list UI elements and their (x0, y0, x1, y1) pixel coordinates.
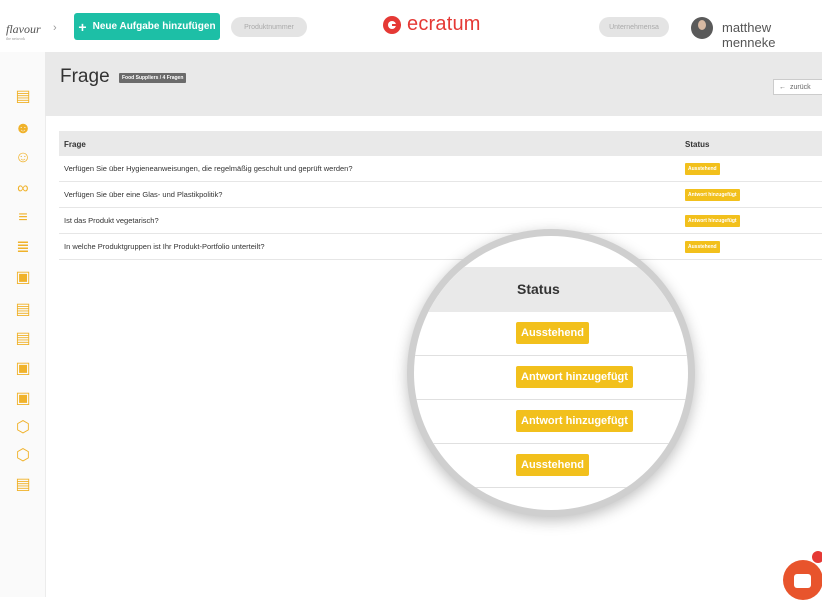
users-icon[interactable]: ∞ (15, 180, 31, 198)
magnifier-lens: Status Ausstehend Antwort hinzugefügt An… (414, 236, 688, 510)
user-search-icon[interactable]: ☺ (15, 149, 31, 167)
add-task-button[interactable]: + Neue Aufgabe hinzufügen (74, 13, 220, 40)
box-star-icon[interactable]: ▣ (15, 389, 31, 407)
back-label: zurück (790, 83, 811, 91)
status-badge: Ausstehend (685, 241, 720, 253)
magnifier-row: Antwort hinzugefügt (414, 356, 688, 400)
brand-name: ecratum (407, 13, 481, 35)
chat-bubble-icon (794, 574, 811, 588)
magnifier-status-badge: Antwort hinzugefügt (516, 366, 633, 388)
avatar[interactable] (691, 17, 713, 39)
list-icon[interactable]: ≡ (15, 209, 31, 227)
document-icon[interactable]: ▤ (15, 300, 31, 318)
brand-logo[interactable]: ecratum (383, 13, 481, 36)
question-text: Ist das Produkt vegetarisch? (64, 216, 159, 225)
back-button[interactable]: ← zurück (773, 79, 822, 95)
column-header-status[interactable]: Status (685, 140, 709, 149)
table-header: Frage Status (59, 131, 822, 156)
magnifier-status-header: Status (517, 281, 560, 297)
status-badge: Antwort hinzugefügt (685, 215, 740, 227)
add-task-label: Neue Aufgabe hinzufügen (92, 21, 216, 32)
magnifier-row: Antwort hinzugefügt (414, 400, 688, 444)
questions-table: Frage Status Verfügen Sie über Hygienean… (59, 131, 822, 260)
flavour-logo[interactable]: flavour the network (6, 23, 41, 52)
magnifier-status-badge: Ausstehend (516, 454, 589, 476)
tree-list-icon[interactable]: ≣ (15, 238, 31, 256)
magnifier-status-badge: Ausstehend (516, 322, 589, 344)
settings-alt-icon[interactable]: ⬡ (15, 446, 31, 464)
arrow-left-icon: ← (779, 83, 786, 91)
monitor-icon[interactable]: ▤ (15, 87, 31, 105)
plus-icon: + (78, 18, 87, 35)
table-row[interactable]: Ist das Produkt vegetarisch? Antwort hin… (59, 208, 822, 234)
notification-dot (812, 551, 822, 563)
product-number-input[interactable]: Produktnummer (231, 17, 307, 37)
table-row[interactable]: Verfügen Sie über eine Glas- und Plastik… (59, 182, 822, 208)
username[interactable]: matthew menneke (722, 20, 822, 50)
breadcrumb[interactable]: Food Suppliers / 4 Fragen (119, 73, 187, 83)
question-text: Verfügen Sie über eine Glas- und Plastik… (64, 190, 223, 199)
ecratum-logo-icon (383, 15, 401, 34)
sidebar: ▤ ☻ ☺ ∞ ≡ ≣ ▣ ▤ ▤ ▣ ▣ ⬡ ⬡ ▤ (0, 52, 46, 597)
user-star-icon[interactable]: ☻ (15, 120, 32, 138)
column-header-question[interactable]: Frage (64, 140, 86, 149)
status-badge: Ausstehend (685, 163, 720, 175)
magnifier-header: Status (414, 267, 688, 312)
box-icon[interactable]: ▣ (15, 359, 31, 377)
product-number-placeholder: Produktnummer (244, 23, 294, 31)
magnifier-status-badge: Antwort hinzugefügt (516, 410, 633, 432)
question-text: Verfügen Sie über Hygieneanweisungen, di… (64, 164, 353, 173)
magnifier-row: Ausstehend (414, 444, 688, 488)
page-title: Frage (60, 66, 110, 87)
table-row[interactable]: In welche Produktgruppen ist Ihr Produkt… (59, 234, 822, 260)
status-badge: Antwort hinzugefügt (685, 189, 740, 201)
document-check-icon[interactable]: ▤ (15, 329, 31, 347)
settings-icon[interactable]: ⬡ (15, 418, 31, 436)
table-row[interactable]: Verfügen Sie über Hygieneanweisungen, di… (59, 156, 822, 182)
magnifier-row: Ausstehend (414, 312, 688, 356)
question-text: In welche Produktgruppen ist Ihr Produkt… (64, 242, 265, 251)
company-input[interactable]: Unternehmensa (599, 17, 669, 37)
chat-icon[interactable]: ▣ (15, 268, 31, 286)
page-header (45, 52, 822, 116)
chevron-right-icon[interactable]: › (53, 22, 57, 34)
report-icon[interactable]: ▤ (15, 475, 31, 493)
company-placeholder: Unternehmensa (609, 23, 659, 31)
